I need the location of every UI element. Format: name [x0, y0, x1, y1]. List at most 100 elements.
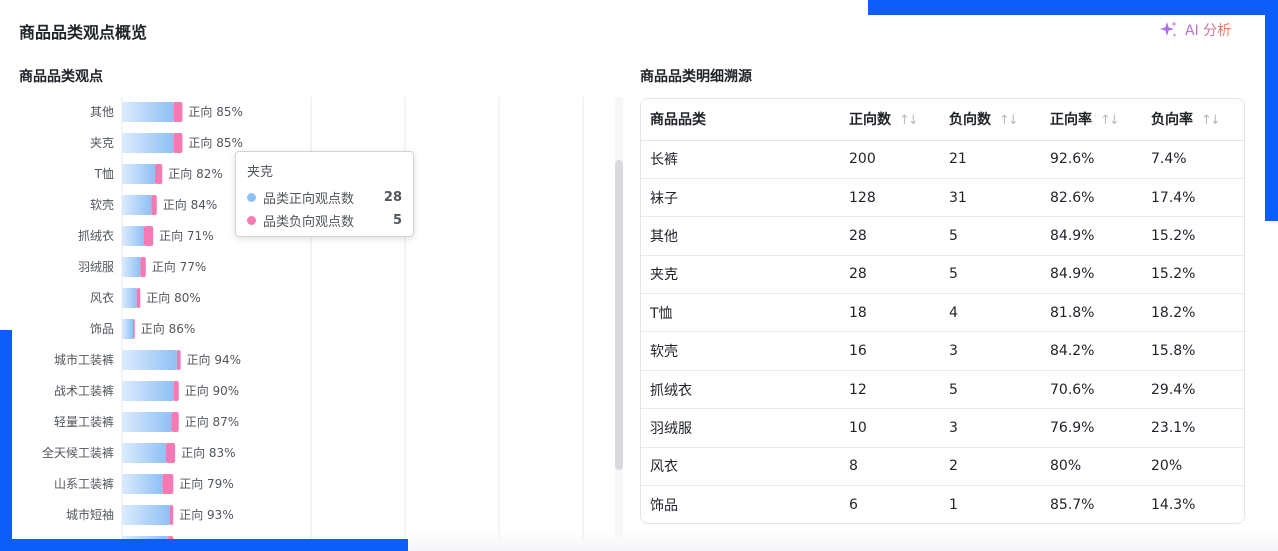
bar-data-label: 正向 85% — [188, 104, 243, 119]
table-cell: 85.7% — [1050, 496, 1095, 513]
table-cell: 70.6% — [1041, 370, 1142, 410]
positive-bar — [122, 381, 174, 401]
negative-bar — [173, 381, 179, 401]
column-header-positive-rate[interactable]: 正向率 ↑↓ — [1041, 99, 1142, 141]
table-cell: 抓绒衣 — [641, 370, 840, 410]
category-tick-label: 风衣 — [90, 290, 114, 305]
ai-analysis-button[interactable]: AI 分析 — [1159, 20, 1231, 40]
positive-bar — [122, 443, 166, 463]
positive-bar — [122, 505, 170, 525]
table-cell: 软壳 — [641, 331, 840, 371]
bar-data-label: 正向 71% — [159, 228, 214, 243]
sort-icon[interactable]: ↑↓ — [899, 113, 919, 128]
category-tick-label: 山系工装裤 — [54, 477, 114, 491]
table-cell: T恤 — [641, 293, 840, 333]
bar-data-label: 正向 90% — [185, 383, 240, 398]
category-tick-label: T恤 — [94, 167, 114, 181]
table-cell: 29.4% — [1142, 370, 1244, 410]
table-cell: 14.3% — [1151, 496, 1196, 513]
negative-bar — [165, 443, 176, 463]
table-header-row: 商品品类 正向数 ↑↓ 负向数 ↑↓ 正向率 ↑↓ 负向率 ↑↓ — [641, 99, 1244, 141]
negative-bar — [154, 164, 163, 184]
bar-data-label: 正向 87% — [185, 414, 240, 429]
table-row[interactable]: 抓绒衣 12 5 70.6% 29.4% — [641, 370, 1244, 410]
category-tick-label: 战术短袖 — [66, 538, 114, 539]
negative-legend-dot — [247, 216, 256, 225]
table-cell: 80% — [1041, 447, 1142, 487]
table-row[interactable]: 饰品 6 1 85.7% 14.3% — [641, 486, 1244, 523]
category-tick-label: 城市短袖 — [66, 507, 114, 522]
table-cell: 16 — [840, 331, 940, 371]
positive-bar — [122, 288, 137, 308]
table-row[interactable]: 其他 28 5 84.9% 15.2% — [641, 216, 1244, 256]
negative-bar — [151, 195, 157, 215]
table-cell: 20% — [1142, 447, 1244, 487]
tooltip-row-label: 品类正向观点数 — [263, 192, 355, 207]
negative-bar — [162, 474, 174, 494]
table-cell: 128 — [840, 178, 940, 218]
table-cell: 18 — [840, 293, 940, 333]
table-row[interactable]: 羽绒服 10 3 76.9% 23.1% — [641, 408, 1244, 448]
table-cell: 5 — [940, 216, 1041, 256]
bar-data-label: 正向 80% — [146, 290, 201, 305]
table-row[interactable]: 风衣 8 2 80% 20% — [641, 447, 1244, 487]
positive-bar — [122, 195, 152, 215]
positive-bar — [122, 350, 177, 370]
decorative-frame-top — [868, 0, 1278, 15]
table-row[interactable]: 袜子 128 31 82.6% 17.4% — [641, 178, 1244, 218]
table-cell: 1 — [949, 496, 958, 513]
table-cell: 15.2% — [1142, 255, 1244, 295]
column-header-negative-count[interactable]: 负向数 ↑↓ — [940, 99, 1041, 141]
table-cell: 8 — [840, 447, 940, 487]
category-tick-label: 其他 — [90, 105, 114, 119]
table-cell: 200 — [840, 140, 940, 179]
bar-data-label: 正向 79% — [179, 476, 234, 491]
table-cell: 其他 — [641, 216, 840, 256]
negative-bar — [169, 505, 174, 525]
positive-bar — [122, 164, 155, 184]
category-tick-label: 全天候工装裤 — [42, 445, 114, 460]
bar-data-label: 正向 83% — [181, 445, 236, 460]
table-cell: 6 — [849, 496, 858, 513]
category-tick-label: 城市工装裤 — [54, 352, 114, 367]
table-cell: 长裤 — [641, 140, 840, 179]
bar-data-label: 正向 85% — [188, 135, 243, 150]
column-header-positive-count[interactable]: 正向数 ↑↓ — [840, 99, 940, 141]
negative-bar — [173, 133, 183, 153]
sort-icon[interactable]: ↑↓ — [1201, 113, 1221, 128]
sort-icon[interactable]: ↑↓ — [1100, 113, 1120, 128]
positive-bar — [122, 319, 133, 339]
positive-bar — [122, 257, 141, 277]
bar-data-label: 正向 77% — [152, 259, 207, 274]
bar-data-label: 正向 94% — [187, 352, 242, 367]
table-cell: 81.8% — [1041, 293, 1142, 333]
table-cell: 风衣 — [641, 447, 840, 487]
column-header-negative-rate[interactable]: 负向率 ↑↓ — [1142, 99, 1244, 141]
sparkle-icon — [1160, 21, 1177, 37]
positive-bar — [122, 474, 163, 494]
table-cell: 28 — [840, 216, 940, 256]
table-body: 长裤 200 21 92.6% 7.4% 袜子 128 31 82.6% 17.4% 其他 28 5 84… — [641, 140, 1244, 523]
category-tick-label: 战术工装裤 — [54, 384, 114, 398]
chart-scrollbar-thumb[interactable] — [615, 160, 623, 470]
table-cell: 5 — [940, 255, 1041, 295]
category-tick-label: 抓绒衣 — [78, 228, 114, 243]
table-cell: 17.4% — [1142, 178, 1244, 218]
table-row[interactable]: T恤 18 4 81.8% 18.2% — [641, 293, 1244, 333]
table-row[interactable]: 夹克 28 5 84.9% 15.2% — [641, 255, 1244, 295]
table-row[interactable]: 软壳 16 3 84.2% 15.8% — [641, 331, 1244, 371]
positive-bar — [122, 102, 174, 122]
table-cell: 4 — [940, 293, 1041, 333]
tooltip-row-value: 5 — [392, 213, 402, 228]
table-cell: 84.9% — [1041, 255, 1142, 295]
header-label: 正向数 — [849, 112, 891, 129]
tooltip-row-negative: 品类负向观点数 5 — [247, 209, 402, 232]
table-cell: 2 — [940, 447, 1041, 487]
positive-bar — [122, 133, 174, 153]
table-row[interactable]: 长裤 200 21 92.6% 7.4% — [641, 140, 1244, 179]
tooltip-row-value: 28 — [383, 190, 402, 205]
negative-bar — [132, 319, 135, 339]
sort-icon[interactable]: ↑↓ — [999, 113, 1019, 128]
tooltip-row-positive: 品类正向观点数 28 — [247, 186, 402, 209]
positive-bar — [122, 536, 168, 539]
